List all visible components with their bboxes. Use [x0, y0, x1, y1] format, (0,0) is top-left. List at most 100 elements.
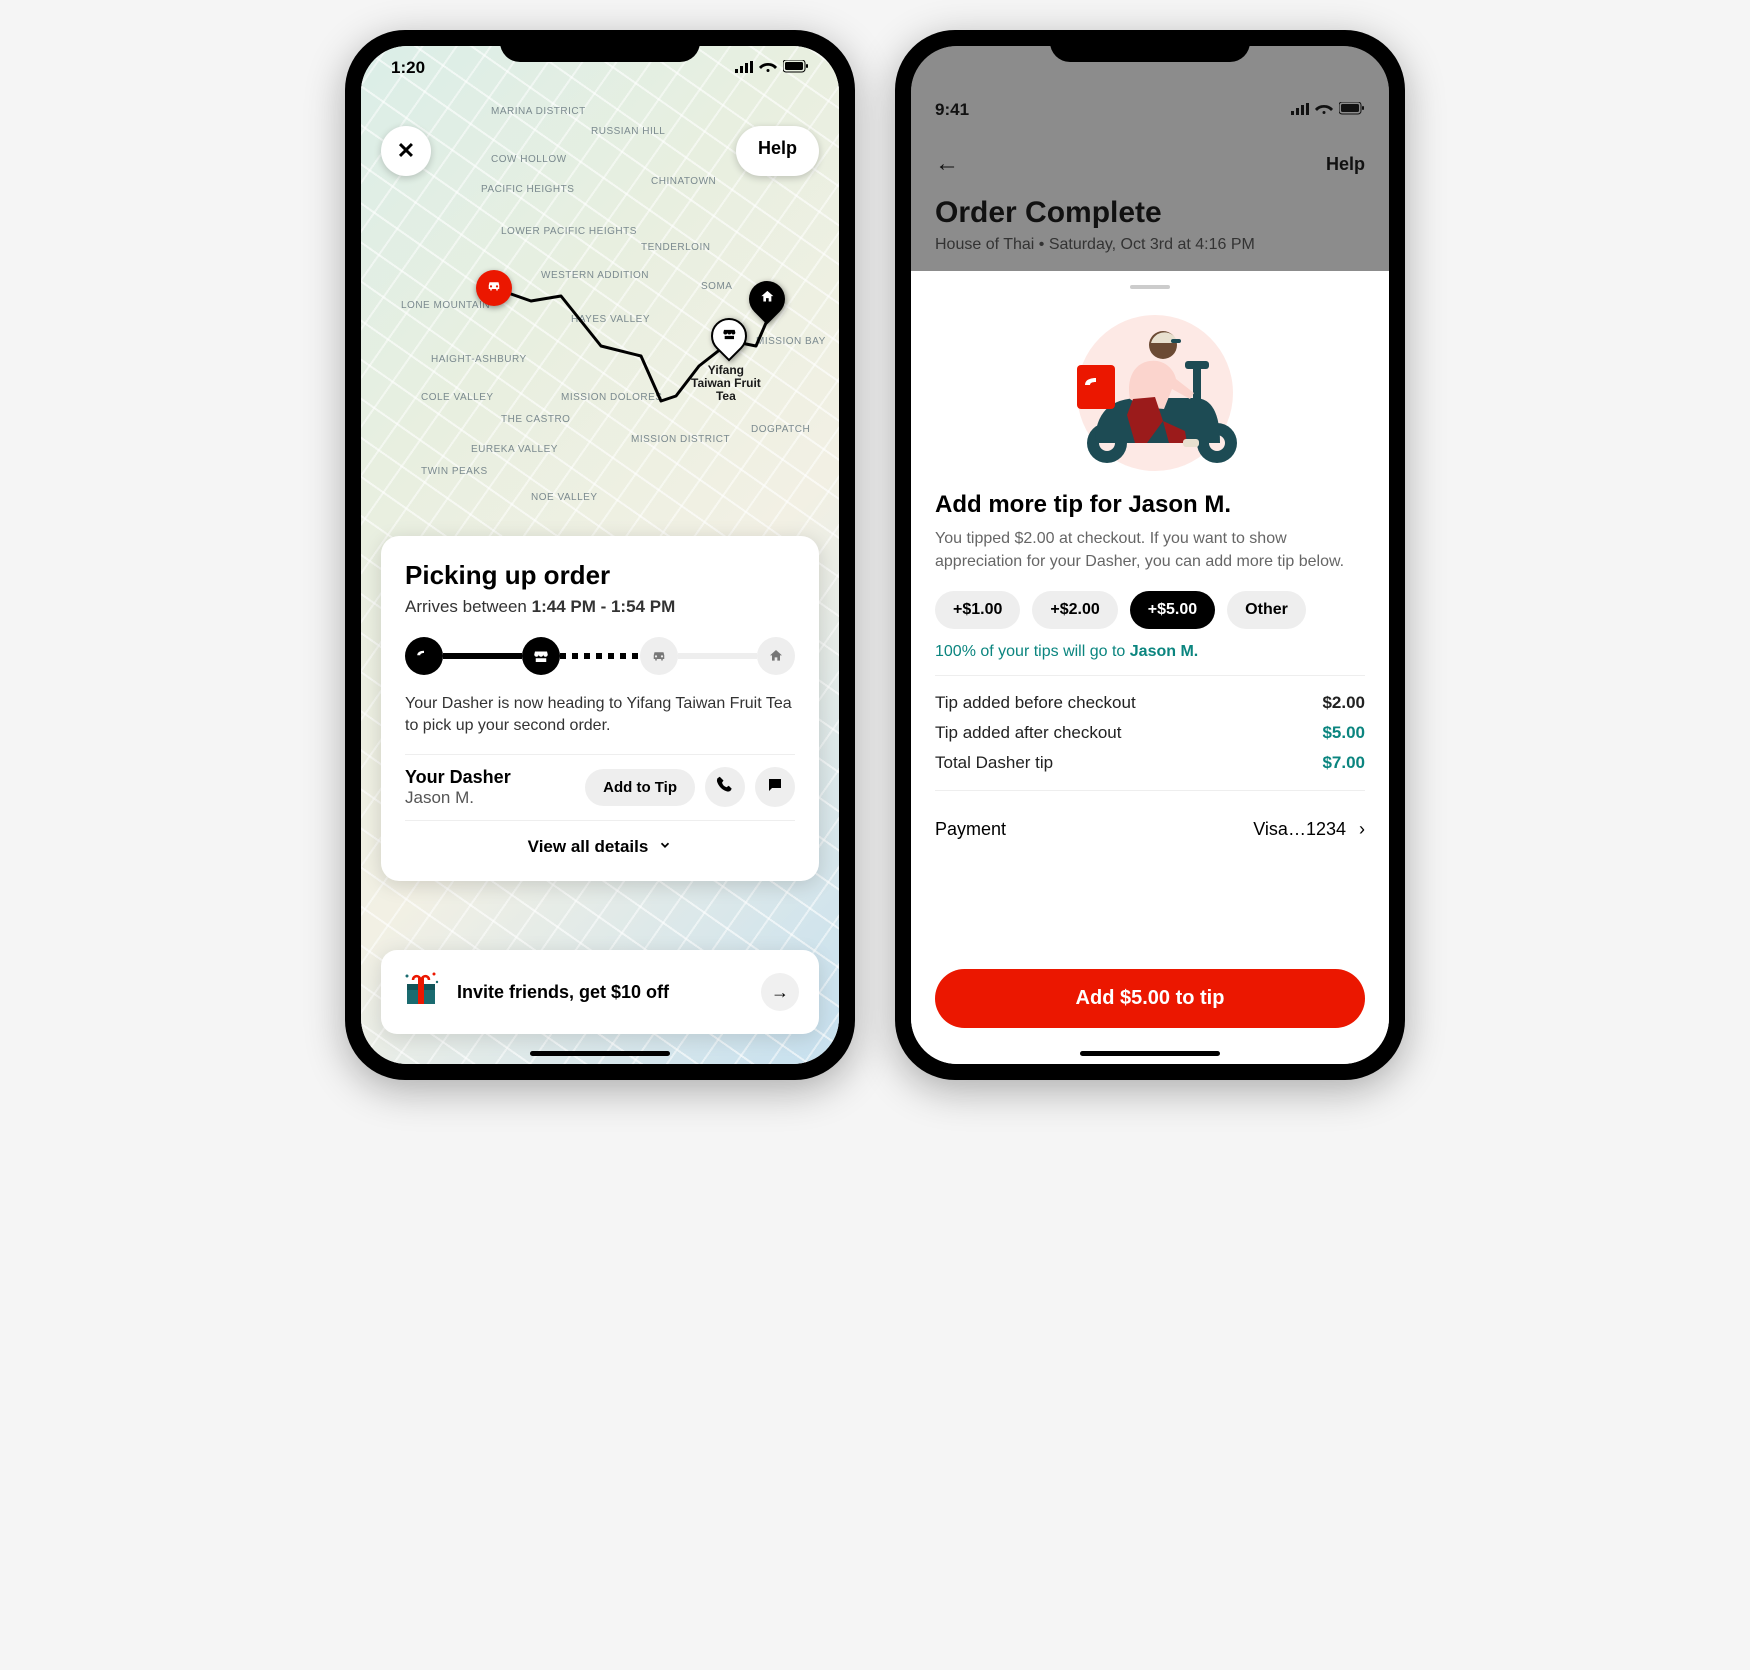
- help-label: Help: [758, 138, 797, 158]
- payment-label: Payment: [935, 819, 1006, 840]
- status-time: 1:20: [391, 58, 425, 78]
- delivery-progress: [405, 637, 795, 675]
- progress-step-pickup: [522, 637, 560, 675]
- close-icon: ✕: [397, 138, 415, 164]
- tip-chip[interactable]: Other: [1227, 591, 1306, 629]
- arrow-left-icon: ←: [935, 150, 959, 177]
- map-neighborhood-label: NOE VALLEY: [531, 492, 598, 503]
- your-dasher-label: Your Dasher: [405, 767, 511, 788]
- map-neighborhood-label: SOMA: [701, 281, 732, 292]
- page-title: Order Complete: [935, 196, 1365, 230]
- map-neighborhood-label: HAIGHT-ASHBURY: [431, 354, 527, 365]
- map-neighborhood-label: TWIN PEAKS: [421, 466, 488, 477]
- map-neighborhood-label: MISSION DOLORES: [561, 392, 662, 403]
- map-neighborhood-label: THE CASTRO: [501, 414, 570, 425]
- tip-title: Add more tip for Jason M.: [935, 491, 1365, 519]
- map-neighborhood-label: CHINATOWN: [651, 176, 716, 187]
- add-tip-cta-button[interactable]: Add $5.00 to tip: [935, 969, 1365, 1028]
- map-neighborhood-label: COLE VALLEY: [421, 392, 494, 403]
- home-indicator: [1080, 1051, 1220, 1056]
- map-neighborhood-label: LONE MOUNTAIN: [401, 300, 490, 311]
- dasher-car-pin: [476, 270, 512, 306]
- invite-text: Invite friends, get $10 off: [457, 982, 745, 1003]
- view-all-details-button[interactable]: View all details: [405, 837, 795, 857]
- home-indicator: [530, 1051, 670, 1056]
- status-icons: [1291, 100, 1365, 120]
- status-bar: 1:20: [361, 46, 839, 90]
- gift-icon: [401, 968, 441, 1016]
- divider: [935, 790, 1365, 791]
- sheet-drag-handle[interactable]: [1130, 285, 1170, 289]
- storefront-icon: [721, 326, 737, 347]
- progress-step-delivered: [757, 637, 795, 675]
- status-icons: [735, 58, 809, 78]
- map-neighborhood-label: MISSION DISTRICT: [631, 434, 730, 445]
- cellular-icon: [735, 58, 753, 78]
- progress-line: [560, 653, 639, 659]
- map-neighborhood-label: TENDERLOIN: [641, 242, 710, 253]
- tip-chip[interactable]: +$5.00: [1130, 591, 1215, 629]
- progress-step-enroute: [640, 637, 678, 675]
- map-neighborhood-label: MISSION BAY: [756, 336, 826, 347]
- order-tracking-card: Picking up order Arrives between 1:44 PM…: [381, 536, 819, 881]
- invite-friends-card[interactable]: Invite friends, get $10 off →: [381, 950, 819, 1034]
- message-dasher-button[interactable]: [755, 767, 795, 807]
- tip-amount-selector: +$1.00 +$2.00 +$5.00 Other: [935, 591, 1365, 629]
- close-button[interactable]: ✕: [381, 126, 431, 176]
- chat-icon: [766, 776, 784, 799]
- tip-chip[interactable]: +$1.00: [935, 591, 1020, 629]
- dasher-illustration: [935, 303, 1365, 473]
- help-button[interactable]: Help: [1326, 154, 1365, 175]
- phone-tip: 9:41 ← Help Order Complete House of Thai…: [895, 30, 1405, 1080]
- map-neighborhood-label: WESTERN ADDITION: [541, 270, 649, 281]
- divider: [935, 675, 1365, 676]
- invite-arrow-button[interactable]: →: [761, 973, 799, 1011]
- map-neighborhood-label: EUREKA VALLEY: [471, 444, 558, 455]
- tracking-status-title: Picking up order: [405, 560, 795, 591]
- order-subtitle: House of Thai • Saturday, Oct 3rd at 4:1…: [935, 236, 1365, 254]
- status-time: 9:41: [935, 100, 969, 120]
- progress-step-placed: [405, 637, 443, 675]
- tip-disclaimer: 100% of your tips will go to Jason M.: [935, 643, 1365, 661]
- help-button[interactable]: Help: [736, 126, 819, 176]
- add-to-tip-button[interactable]: Add to Tip: [585, 769, 695, 806]
- divider: [405, 820, 795, 821]
- wifi-icon: [1315, 100, 1333, 120]
- restaurant-name-callout: Yifang Taiwan Fruit Tea: [691, 364, 761, 404]
- payment-value: Visa…1234 ›: [1253, 819, 1365, 840]
- dasher-name: Jason M.: [405, 788, 511, 808]
- screen-tip: 9:41 ← Help Order Complete House of Thai…: [911, 46, 1389, 1064]
- back-button[interactable]: ←: [935, 150, 959, 178]
- tip-after-row: Tip added after checkout $5.00: [935, 718, 1365, 748]
- battery-icon: [783, 58, 809, 78]
- car-icon: [485, 277, 503, 300]
- progress-line: [678, 653, 757, 659]
- battery-icon: [1339, 100, 1365, 120]
- status-description: Your Dasher is now heading to Yifang Tai…: [405, 693, 795, 738]
- map-neighborhood-label: PACIFIC HEIGHTS: [481, 184, 574, 195]
- map-neighborhood-label: HAYES VALLEY: [571, 314, 650, 325]
- screen-tracking: MARINA DISTRICTRUSSIAN HILLCOW HOLLOWEMB…: [361, 46, 839, 1064]
- home-icon: [759, 289, 775, 310]
- tip-description: You tipped $2.00 at checkout. If you wan…: [935, 527, 1365, 573]
- eta-text: Arrives between 1:44 PM - 1:54 PM: [405, 597, 795, 617]
- cellular-icon: [1291, 100, 1309, 120]
- arrow-right-icon: →: [771, 982, 789, 1003]
- map-neighborhood-label: DOGPATCH: [751, 424, 810, 435]
- chevron-down-icon: [658, 837, 672, 857]
- payment-method-row[interactable]: Payment Visa…1234 ›: [935, 803, 1365, 856]
- phone-tracking: MARINA DISTRICTRUSSIAN HILLCOW HOLLOWEMB…: [345, 30, 855, 1080]
- tip-chip[interactable]: +$2.00: [1032, 591, 1117, 629]
- dasher-info: Your Dasher Jason M.: [405, 767, 511, 808]
- tip-before-row: Tip added before checkout $2.00: [935, 688, 1365, 718]
- order-complete-header: 9:41 ← Help Order Complete House of Thai…: [911, 46, 1389, 271]
- chevron-right-icon: ›: [1359, 819, 1365, 839]
- call-dasher-button[interactable]: [705, 767, 745, 807]
- map-neighborhood-label: LOWER PACIFIC HEIGHTS: [501, 226, 637, 237]
- tip-bottom-sheet: Add more tip for Jason M. You tipped $2.…: [911, 271, 1389, 1064]
- phone-icon: [716, 776, 734, 799]
- wifi-icon: [759, 58, 777, 78]
- map-neighborhood-label: MARINA DISTRICT: [491, 106, 586, 117]
- divider: [405, 754, 795, 755]
- progress-line: [443, 653, 522, 659]
